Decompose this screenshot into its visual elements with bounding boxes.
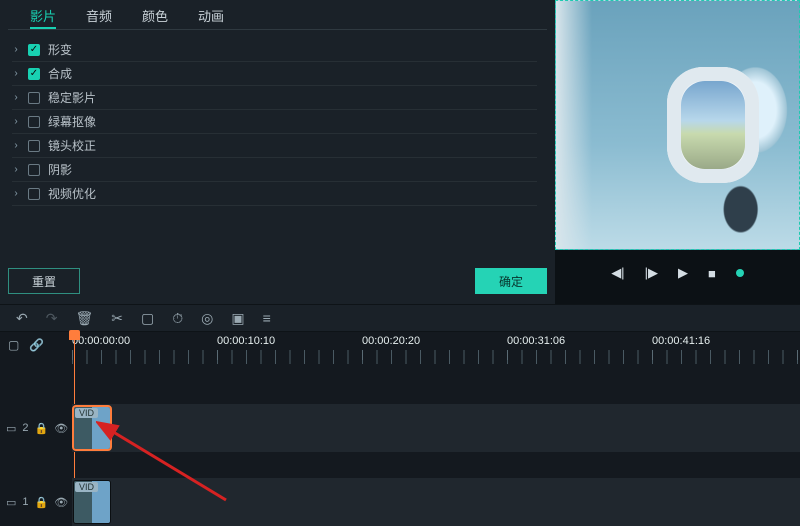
lock-icon[interactable]: 🔒: [35, 422, 49, 435]
reset-button[interactable]: 重置: [8, 268, 80, 294]
settings-icon[interactable]: ≡: [263, 310, 271, 326]
option-row-lenscorr[interactable]: › 镜头校正: [12, 134, 537, 158]
option-label: 形变: [48, 41, 72, 58]
option-label: 合成: [48, 65, 72, 82]
checkbox-optimize[interactable]: [28, 188, 40, 200]
tab-audio[interactable]: 音频: [86, 6, 112, 29]
option-row-optimize[interactable]: › 视频优化: [12, 182, 537, 206]
speed-icon[interactable]: ⏱: [172, 310, 183, 327]
tab-clip[interactable]: 影片: [30, 6, 56, 29]
airplane-window-graphic: [667, 67, 759, 183]
timecode: 00:00:20:20: [362, 335, 420, 347]
timecode: 00:00:00:00: [72, 335, 130, 347]
chevron-right-icon: ›: [12, 92, 20, 103]
checkbox-greenscreen[interactable]: [28, 116, 40, 128]
link-icon[interactable]: 🔗: [29, 338, 44, 352]
chevron-right-icon: ›: [12, 164, 20, 175]
option-row-shadow[interactable]: › 阴影: [12, 158, 537, 182]
visibility-icon[interactable]: 👁: [54, 496, 68, 509]
chevron-right-icon: ›: [12, 44, 20, 55]
prev-frame-icon[interactable]: ◀|: [611, 265, 624, 281]
option-row-transform[interactable]: › ✓ 形变: [12, 38, 537, 62]
video-track-2[interactable]: ▭ 2 🔒 👁 VID: [0, 404, 800, 452]
preview-panel: ◀| |▶ ▶ ■: [555, 0, 800, 304]
effects-panel: 影片 音频 颜色 动画 › ✓ 形变 › ✓ 合成 › 稳定影片 ›: [0, 0, 555, 304]
option-label: 稳定影片: [48, 89, 96, 106]
clip-tag: VID: [75, 408, 98, 418]
timecode: 00:00:41:16: [652, 335, 710, 347]
crop-icon[interactable]: ▢: [141, 310, 154, 327]
timeline-toolbar: ↶ ↷ 🗑 ✂ ▢ ⏱ ◎ ▣ ≡: [0, 304, 800, 332]
track-header: ▭ 2 🔒 👁: [0, 404, 72, 452]
option-label: 视频优化: [48, 185, 96, 202]
record-marker-icon[interactable]: [736, 269, 744, 277]
track-layout-icon[interactable]: ▢: [8, 338, 19, 352]
checkbox-lenscorr[interactable]: [28, 140, 40, 152]
tab-color[interactable]: 颜色: [142, 6, 168, 29]
visibility-icon[interactable]: 👁: [54, 422, 68, 435]
stop-icon[interactable]: ■: [708, 266, 716, 281]
next-frame-icon[interactable]: |▶: [645, 265, 658, 281]
play-icon[interactable]: ▶: [678, 265, 688, 281]
clip-tag: VID: [75, 482, 98, 492]
checkbox-stabilize[interactable]: [28, 92, 40, 104]
option-row-compositing[interactable]: › ✓ 合成: [12, 62, 537, 86]
split-icon[interactable]: ✂: [111, 310, 123, 327]
checkbox-transform[interactable]: ✓: [28, 44, 40, 56]
delete-icon[interactable]: 🗑: [75, 310, 93, 327]
timecode: 00:00:10:10: [217, 335, 275, 347]
option-row-greenscreen[interactable]: › 绿幕抠像: [12, 110, 537, 134]
lock-icon[interactable]: 🔒: [35, 496, 49, 509]
chevron-right-icon: ›: [12, 188, 20, 199]
ok-button[interactable]: 确定: [475, 268, 547, 294]
greenscreen-icon[interactable]: ▣: [231, 310, 244, 327]
tab-motion[interactable]: 动画: [198, 6, 224, 29]
checkbox-compositing[interactable]: ✓: [28, 68, 40, 80]
transport-controls: ◀| |▶ ▶ ■: [555, 262, 800, 284]
track-index: 2: [22, 422, 28, 434]
chevron-right-icon: ›: [12, 68, 20, 79]
track-type-icon: ▭: [6, 496, 16, 509]
clip-track1[interactable]: VID: [74, 481, 110, 523]
redo-icon[interactable]: ↷: [46, 310, 58, 327]
timeline: ▢ 🔗 00:00:00:00 00:00:10:10 00:00:20:20 …: [0, 332, 800, 519]
effects-tabs: 影片 音频 颜色 动画: [8, 0, 547, 30]
colorwheel-icon[interactable]: ◎: [201, 310, 213, 327]
track-type-icon: ▭: [6, 422, 16, 435]
chevron-right-icon: ›: [12, 116, 20, 127]
timecode: 00:00:31:06: [507, 335, 565, 347]
preview-frame[interactable]: [555, 0, 800, 250]
track-index: 1: [22, 496, 28, 508]
chevron-right-icon: ›: [12, 140, 20, 151]
option-label: 绿幕抠像: [48, 113, 96, 130]
option-row-stabilize[interactable]: › 稳定影片: [12, 86, 537, 110]
checkbox-shadow[interactable]: [28, 164, 40, 176]
option-label: 镜头校正: [48, 137, 96, 154]
clip-track2[interactable]: VID: [74, 407, 110, 449]
time-ruler[interactable]: ▢ 🔗 00:00:00:00 00:00:10:10 00:00:20:20 …: [0, 332, 800, 368]
option-label: 阴影: [48, 161, 72, 178]
undo-icon[interactable]: ↶: [16, 310, 28, 327]
